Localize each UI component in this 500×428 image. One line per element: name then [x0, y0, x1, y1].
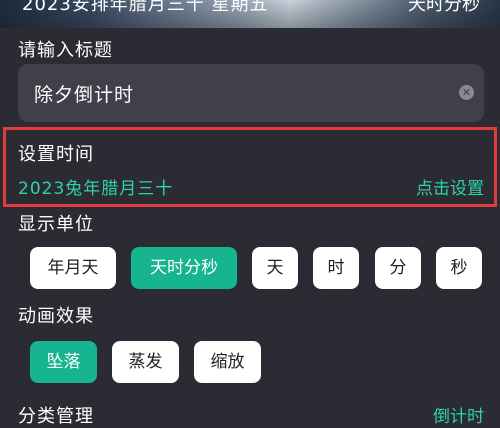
unit-option-day[interactable]: 天 [252, 247, 298, 289]
unit-option-hour[interactable]: 时 [313, 247, 359, 289]
unit-label: 显示单位 [18, 214, 94, 235]
set-time-link[interactable]: 点击设置 [416, 174, 484, 199]
title-input-value: 除夕倒计时 [34, 84, 135, 106]
animation-label: 动画效果 [18, 306, 94, 327]
unit-option-minute[interactable]: 分 [375, 247, 421, 289]
title-input[interactable]: 除夕倒计时 ✕ [18, 64, 484, 122]
time-value: 2023兔年腊月三十 [18, 179, 174, 199]
time-label: 设置时间 [18, 144, 94, 165]
category-value-link[interactable]: 倒计时 [433, 402, 484, 427]
banner-date-text: 2023安排年腊月三十 星期五 [22, 0, 269, 15]
unit-option-second[interactable]: 秒 [436, 247, 482, 289]
animation-option-fall[interactable]: 坠落 [30, 341, 97, 383]
category-label: 分类管理 [18, 406, 94, 427]
unit-option-day-hour-min-sec[interactable]: 天时分秒 [131, 247, 237, 289]
banner-unit-text: 天时分秒 [408, 0, 480, 15]
header-banner: 2023安排年腊月三十 星期五 天时分秒 [0, 0, 500, 28]
unit-option-year-month-day[interactable]: 年月天 [30, 247, 116, 289]
title-label: 请输入标题 [18, 40, 113, 61]
time-setting-box[interactable]: 设置时间 2023兔年腊月三十 点击设置 [3, 127, 497, 207]
animation-option-zoom[interactable]: 缩放 [194, 341, 261, 383]
clear-icon[interactable]: ✕ [459, 85, 474, 100]
animation-option-evaporate[interactable]: 蒸发 [112, 341, 179, 383]
